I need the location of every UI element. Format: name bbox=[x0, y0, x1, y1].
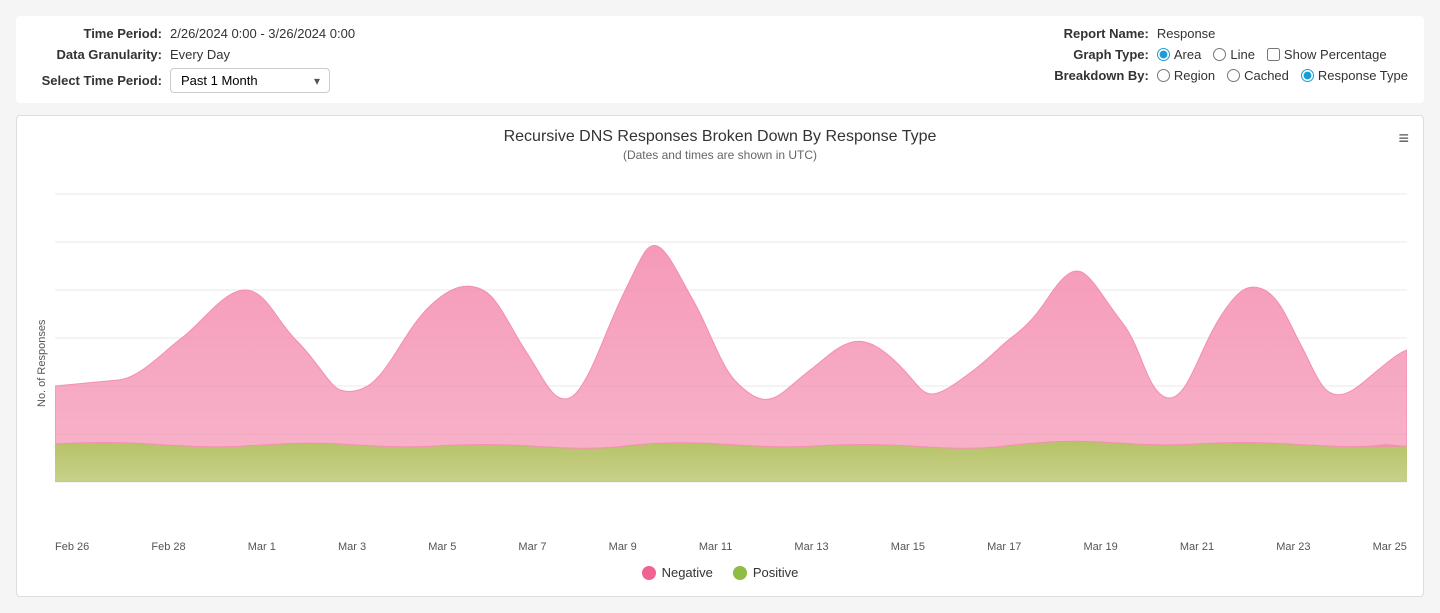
breakdown-by-label: Breakdown By: bbox=[1019, 68, 1149, 83]
breakdown-region-radio[interactable] bbox=[1157, 69, 1170, 82]
time-period-row: Time Period: 2/26/2024 0:00 - 3/26/2024 … bbox=[32, 26, 355, 41]
breakdown-region-label: Region bbox=[1174, 68, 1215, 83]
breakdown-by-row: Breakdown By: Region Cached Response Typ… bbox=[1019, 68, 1408, 83]
time-period-select[interactable]: Past 1 Month Past 7 Days Past 3 Months C… bbox=[170, 68, 330, 93]
y-axis-label: No. of Responses bbox=[33, 174, 51, 553]
show-percentage-label: Show Percentage bbox=[1284, 47, 1387, 62]
graph-type-line-option[interactable]: Line bbox=[1213, 47, 1255, 62]
breakdown-region-option[interactable]: Region bbox=[1157, 68, 1215, 83]
data-granularity-value: Every Day bbox=[170, 47, 230, 62]
chart-inner: 150M 125M 100M 75M 50M 25M 0 Feb 26 Feb … bbox=[55, 174, 1407, 553]
chart-svg: 150M 125M 100M 75M 50M 25M 0 bbox=[55, 174, 1407, 534]
time-period-value: 2/26/2024 0:00 - 3/26/2024 0:00 bbox=[170, 26, 355, 41]
select-time-period-wrapper: Past 1 Month Past 7 Days Past 3 Months C… bbox=[170, 68, 330, 93]
hamburger-icon[interactable]: ≡ bbox=[1398, 128, 1409, 149]
right-controls: Report Name: Response Graph Type: Area L… bbox=[1019, 26, 1408, 93]
graph-type-area-option[interactable]: Area bbox=[1157, 47, 1201, 62]
top-controls: Time Period: 2/26/2024 0:00 - 3/26/2024 … bbox=[16, 16, 1424, 103]
legend-dot-positive bbox=[733, 566, 747, 580]
chart-area: No. of Responses bbox=[33, 174, 1407, 553]
report-name-row: Report Name: Response bbox=[1019, 26, 1408, 41]
legend-item-negative: Negative bbox=[642, 565, 713, 580]
chart-subtitle: (Dates and times are shown in UTC) bbox=[33, 148, 1407, 162]
chart-container: ≡ Recursive DNS Responses Broken Down By… bbox=[16, 115, 1424, 597]
x-axis-labels: Feb 26 Feb 28 Mar 1 Mar 3 Mar 5 Mar 7 Ma… bbox=[55, 537, 1407, 553]
breakdown-response-type-label: Response Type bbox=[1318, 68, 1408, 83]
select-time-period-label: Select Time Period: bbox=[32, 73, 162, 88]
graph-type-area-label: Area bbox=[1174, 47, 1201, 62]
data-granularity-label: Data Granularity: bbox=[32, 47, 162, 62]
graph-type-row: Graph Type: Area Line Show Percentage bbox=[1019, 47, 1408, 62]
legend-item-positive: Positive bbox=[733, 565, 799, 580]
time-period-label: Time Period: bbox=[32, 26, 162, 41]
graph-type-area-radio[interactable] bbox=[1157, 48, 1170, 61]
graph-type-line-label: Line bbox=[1230, 47, 1255, 62]
graph-type-line-radio[interactable] bbox=[1213, 48, 1226, 61]
breakdown-cached-radio[interactable] bbox=[1227, 69, 1240, 82]
data-granularity-row: Data Granularity: Every Day bbox=[32, 47, 355, 62]
legend-dot-negative bbox=[642, 566, 656, 580]
breakdown-response-type-radio[interactable] bbox=[1301, 69, 1314, 82]
legend-label-positive: Positive bbox=[753, 565, 799, 580]
report-name-value: Response bbox=[1157, 26, 1216, 41]
breakdown-cached-option[interactable]: Cached bbox=[1227, 68, 1289, 83]
graph-type-label: Graph Type: bbox=[1019, 47, 1149, 62]
graph-type-options: Area Line Show Percentage bbox=[1157, 47, 1387, 62]
legend-label-negative: Negative bbox=[662, 565, 713, 580]
show-percentage-option[interactable]: Show Percentage bbox=[1267, 47, 1387, 62]
breakdown-response-type-option[interactable]: Response Type bbox=[1301, 68, 1408, 83]
chart-title: Recursive DNS Responses Broken Down By R… bbox=[33, 128, 1407, 146]
left-controls: Time Period: 2/26/2024 0:00 - 3/26/2024 … bbox=[32, 26, 355, 93]
report-name-label: Report Name: bbox=[1019, 26, 1149, 41]
chart-legend: Negative Positive bbox=[33, 565, 1407, 580]
select-time-period-row: Select Time Period: Past 1 Month Past 7 … bbox=[32, 68, 355, 93]
show-percentage-checkbox[interactable] bbox=[1267, 48, 1280, 61]
breakdown-cached-label: Cached bbox=[1244, 68, 1289, 83]
breakdown-options: Region Cached Response Type bbox=[1157, 68, 1408, 83]
